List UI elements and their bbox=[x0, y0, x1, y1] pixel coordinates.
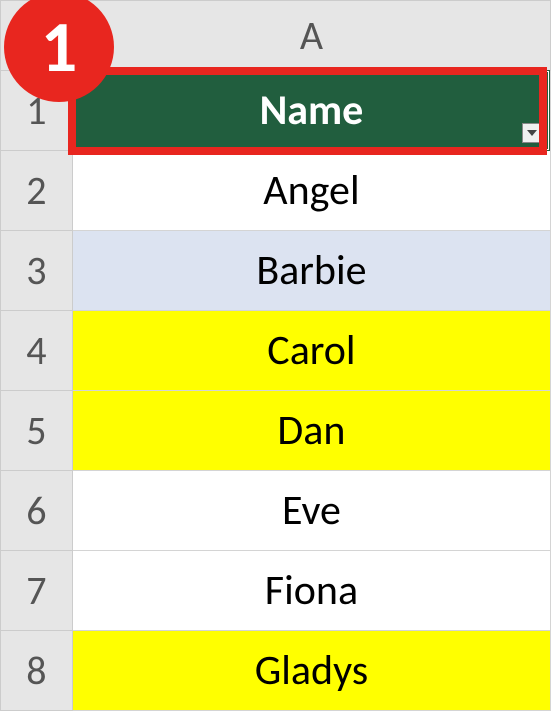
row-header-3[interactable]: 3 bbox=[1, 231, 73, 311]
row-header-6[interactable]: 6 bbox=[1, 471, 73, 551]
cell-A2[interactable]: Angel bbox=[72, 151, 550, 231]
cell-A8[interactable]: Gladys bbox=[72, 631, 550, 711]
row-header-2[interactable]: 2 bbox=[1, 151, 73, 231]
chevron-down-icon bbox=[527, 130, 537, 136]
cell-A7[interactable]: Fiona bbox=[72, 551, 550, 631]
row-header-5[interactable]: 5 bbox=[1, 391, 73, 471]
filter-dropdown-button[interactable] bbox=[522, 123, 542, 143]
table-header-cell: Name bbox=[74, 71, 549, 150]
select-all-corner[interactable] bbox=[1, 1, 73, 71]
cell-A6[interactable]: Eve bbox=[72, 471, 550, 551]
spreadsheet-grid: A 1 Name 2 Angel 3 Barbie 4 Carol 5 Dan … bbox=[0, 0, 551, 711]
column-header-A[interactable]: A bbox=[72, 1, 550, 71]
row-header-1[interactable]: 1 bbox=[1, 71, 73, 151]
cell-A5[interactable]: Dan bbox=[72, 391, 550, 471]
row-header-7[interactable]: 7 bbox=[1, 551, 73, 631]
row-header-8[interactable]: 8 bbox=[1, 631, 73, 711]
cell-A3[interactable]: Barbie bbox=[72, 231, 550, 311]
row-header-4[interactable]: 4 bbox=[1, 311, 73, 391]
table-header-label: Name bbox=[260, 85, 364, 136]
cell-A4[interactable]: Carol bbox=[72, 311, 550, 391]
cell-A1[interactable]: Name bbox=[72, 71, 550, 151]
